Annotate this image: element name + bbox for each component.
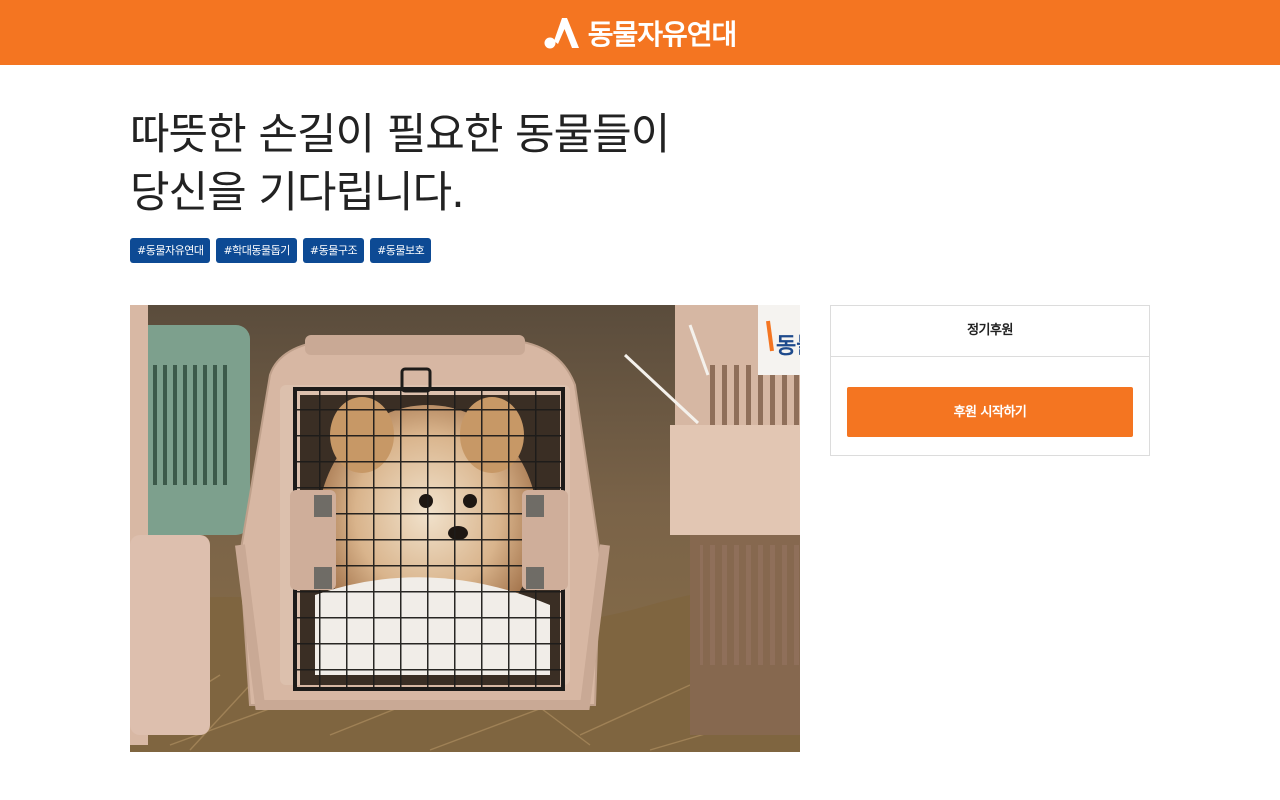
org-logo-mark-icon: [544, 17, 579, 48]
hashtag-tag[interactable]: #동물자유연대: [130, 238, 211, 263]
start-donation-button[interactable]: 후원 시작하기: [847, 387, 1133, 437]
carrier-label-text: 동물: [776, 334, 800, 359]
site-logo[interactable]: 동물자유연대: [544, 13, 737, 53]
hashtag-list: #동물자유연대 #학대동물돕기 #동물구조 #동물보호: [130, 238, 432, 263]
hashtag-tag[interactable]: #학대동물돕기: [216, 238, 297, 263]
hashtag-tag[interactable]: #동물구조: [302, 238, 365, 263]
page-headline: 따뜻한 손길이 필요한 동물들이 당신을 기다립니다.: [130, 106, 770, 222]
site-header: 동물자유연대: [0, 0, 1280, 65]
hero-photo: 동물: [130, 305, 800, 752]
headline-line-1: 따뜻한 손길이 필요한 동물들이: [130, 110, 670, 160]
hashtag-tag[interactable]: #동물보호: [370, 238, 432, 263]
logo-text: 동물자유연대: [587, 17, 738, 51]
donation-heading: 정기후원: [831, 306, 1149, 357]
headline-line-2: 당신을 기다립니다.: [130, 168, 465, 218]
donation-panel: 정기후원 후원 시작하기: [830, 305, 1150, 456]
